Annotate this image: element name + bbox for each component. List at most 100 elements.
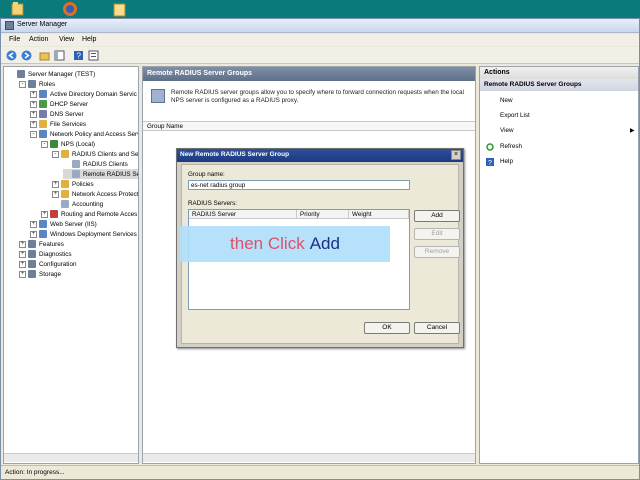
tree-item[interactable]: + Configuration bbox=[19, 259, 76, 269]
radius-servers-label: RADIUS Servers: bbox=[188, 200, 237, 207]
group-name-field[interactable]: es-net radius group bbox=[188, 180, 410, 190]
collapse-icon[interactable]: - bbox=[41, 140, 48, 148]
forward-arrow-icon[interactable] bbox=[20, 49, 33, 62]
menu-view[interactable]: View bbox=[59, 36, 74, 43]
window-title: Server Manager bbox=[17, 21, 68, 28]
folder-icon[interactable] bbox=[10, 1, 26, 17]
expand-icon[interactable]: + bbox=[30, 90, 37, 98]
tutorial-caption: then Click Add bbox=[180, 226, 390, 262]
cancel-button[interactable]: Cancel bbox=[414, 322, 460, 334]
expand-icon[interactable]: + bbox=[19, 240, 26, 248]
tree-item[interactable]: + Windows Deployment Services bbox=[30, 229, 137, 239]
tree-item[interactable]: + DNS Server bbox=[30, 109, 84, 119]
svg-text:?: ? bbox=[77, 52, 82, 61]
folder-icon[interactable] bbox=[112, 1, 128, 17]
tree-node-icon bbox=[72, 170, 80, 178]
action-view[interactable]: View bbox=[500, 127, 514, 134]
menu-action[interactable]: Action bbox=[29, 36, 48, 43]
action-export-list[interactable]: Export List bbox=[500, 112, 530, 119]
menu-help[interactable]: Help bbox=[82, 36, 96, 43]
results-title: Remote RADIUS Server Groups bbox=[143, 67, 475, 81]
tree-item-label: File Services bbox=[50, 120, 87, 128]
expand-icon[interactable]: + bbox=[30, 110, 37, 118]
tree-item[interactable]: Server Manager (TEST) bbox=[8, 69, 95, 79]
title-bar[interactable]: Server Manager bbox=[1, 19, 639, 33]
tree-item-label: DHCP Server bbox=[50, 100, 89, 108]
tree-item[interactable]: + DHCP Server bbox=[30, 99, 88, 109]
tree-item-label: Network Policy and Access Serv bbox=[50, 130, 139, 138]
tree-item-label: Remote RADIUS Se bbox=[83, 170, 139, 178]
tree-item[interactable]: + Policies bbox=[52, 179, 94, 189]
action-refresh[interactable]: Refresh bbox=[500, 143, 522, 150]
server-manager-icon bbox=[5, 21, 14, 30]
actions-header: Actions bbox=[480, 67, 638, 79]
expand-icon[interactable]: + bbox=[30, 220, 37, 228]
tree-item[interactable]: + Storage bbox=[19, 269, 61, 279]
ok-button[interactable]: OK bbox=[364, 322, 410, 334]
close-icon[interactable]: × bbox=[451, 150, 461, 160]
tree-item[interactable]: - Roles bbox=[19, 79, 55, 89]
firefox-icon[interactable] bbox=[62, 1, 78, 17]
collapse-icon[interactable]: - bbox=[30, 130, 37, 138]
caption-part-1: then Click bbox=[230, 234, 305, 253]
menu-file[interactable]: File bbox=[9, 36, 20, 43]
tree-item[interactable]: RADIUS Clients bbox=[63, 159, 128, 169]
results-description: Remote RADIUS server groups allow you to… bbox=[171, 89, 464, 104]
expand-icon[interactable]: + bbox=[52, 190, 59, 198]
tree-node-icon bbox=[28, 80, 36, 88]
column-weight[interactable]: Weight bbox=[349, 210, 409, 219]
tree-item[interactable]: + File Services bbox=[30, 119, 86, 129]
tree-node-icon bbox=[61, 150, 69, 158]
tree-item[interactable]: + Diagnostics bbox=[19, 249, 72, 259]
dialog-title[interactable]: New Remote RADIUS Server Group bbox=[177, 149, 463, 162]
tree-item[interactable]: + Routing and Remote Acces bbox=[41, 209, 137, 219]
tree-node-icon bbox=[50, 210, 58, 218]
tree-item[interactable]: Remote RADIUS Se bbox=[63, 169, 139, 179]
tree-item-label: Network Access Protect bbox=[72, 190, 139, 198]
horizontal-scrollbar[interactable] bbox=[143, 453, 475, 462]
expand-icon[interactable]: + bbox=[41, 210, 48, 218]
remove-button[interactable]: Remove bbox=[414, 246, 460, 258]
actions-section-title[interactable]: Remote RADIUS Server Groups bbox=[480, 79, 638, 91]
help-icon[interactable]: ? bbox=[72, 49, 85, 62]
tree-node-icon bbox=[39, 110, 47, 118]
tree-item[interactable]: - NPS (Local) bbox=[41, 139, 95, 149]
tree-item[interactable]: + Features bbox=[19, 239, 64, 249]
tree-item[interactable]: + Active Directory Domain Servic bbox=[30, 89, 137, 99]
expand-icon[interactable]: + bbox=[30, 120, 37, 128]
expand-icon[interactable]: + bbox=[30, 100, 37, 108]
tree-item-label: Active Directory Domain Servic bbox=[50, 90, 137, 98]
expand-icon[interactable]: + bbox=[19, 250, 26, 258]
edit-button[interactable]: Edit bbox=[414, 228, 460, 240]
tree-item[interactable]: + Web Server (IIS) bbox=[30, 219, 97, 229]
help-icon: ? bbox=[486, 158, 494, 167]
tree-item[interactable]: + Network Access Protect bbox=[52, 189, 139, 199]
tree-node-icon bbox=[39, 120, 47, 128]
column-priority[interactable]: Priority bbox=[297, 210, 349, 219]
expand-icon[interactable]: + bbox=[52, 180, 59, 188]
tree-item[interactable]: - RADIUS Clients and Ser bbox=[52, 149, 138, 159]
radius-group-icon bbox=[151, 89, 165, 103]
column-radius-server[interactable]: RADIUS Server bbox=[189, 210, 297, 219]
properties-icon[interactable] bbox=[87, 49, 100, 62]
expand-icon[interactable]: + bbox=[30, 230, 37, 238]
add-button[interactable]: Add bbox=[414, 210, 460, 222]
collapse-icon[interactable]: - bbox=[19, 80, 26, 88]
tree-item[interactable]: Accounting bbox=[52, 199, 103, 209]
tree-item-label: RADIUS Clients bbox=[83, 160, 128, 168]
column-group-name[interactable]: Group Name bbox=[143, 121, 475, 131]
tree-item-label: Accounting bbox=[72, 200, 104, 208]
tree-item[interactable]: - Network Policy and Access Serv bbox=[30, 129, 139, 139]
collapse-icon[interactable]: - bbox=[52, 150, 59, 158]
show-hide-tree-icon[interactable] bbox=[53, 49, 66, 62]
tree-node-icon bbox=[39, 100, 47, 108]
expand-icon[interactable]: + bbox=[19, 270, 26, 278]
tree-item-label: Storage bbox=[39, 270, 62, 278]
tree-node-icon bbox=[61, 200, 69, 208]
action-help[interactable]: Help bbox=[500, 158, 513, 165]
action-new[interactable]: New bbox=[500, 97, 513, 104]
expand-icon[interactable]: + bbox=[19, 260, 26, 268]
tree-horizontal-scrollbar[interactable] bbox=[4, 453, 138, 462]
up-folder-icon[interactable] bbox=[38, 49, 51, 62]
back-arrow-icon[interactable] bbox=[5, 49, 18, 62]
